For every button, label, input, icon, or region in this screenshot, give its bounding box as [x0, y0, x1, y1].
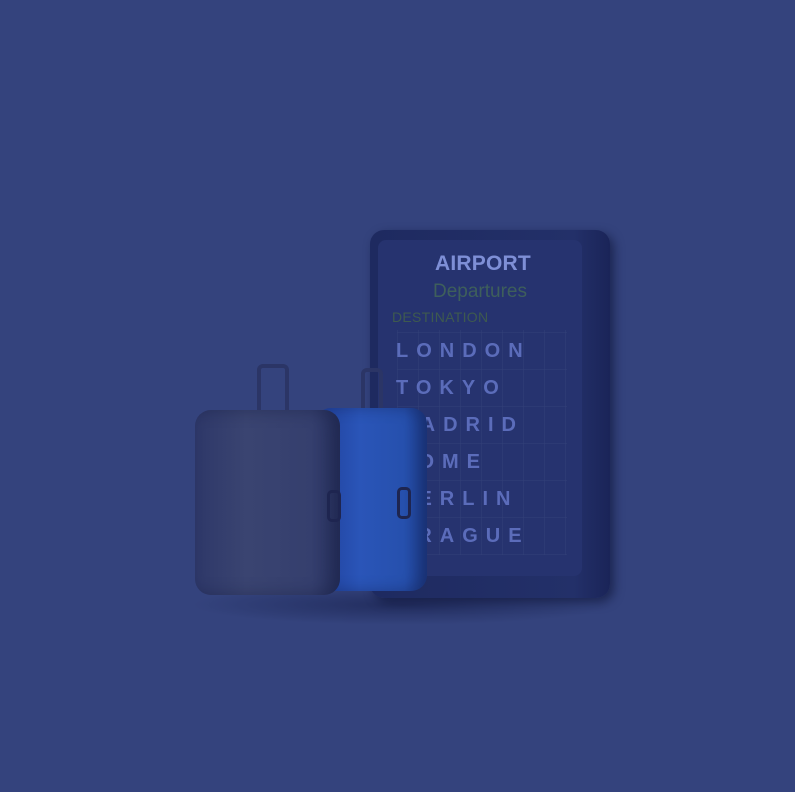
suitcase-grey-handle [257, 364, 289, 412]
board-title: AIRPORT [435, 252, 531, 275]
suitcase-grey-latch [327, 490, 341, 522]
board-subtitle: Departures [433, 281, 527, 302]
destination-item: TOKYO [396, 377, 507, 399]
board-column-header: DESTINATION [392, 309, 489, 325]
destination-item: LONDON [396, 340, 531, 362]
suitcase-blue-handle [361, 368, 383, 412]
suitcase-grey-body [195, 410, 340, 595]
suitcase-blue-latch [397, 487, 411, 519]
airport-scene: AIRPORT Departures DESTINATION LONDON TO… [0, 0, 795, 792]
